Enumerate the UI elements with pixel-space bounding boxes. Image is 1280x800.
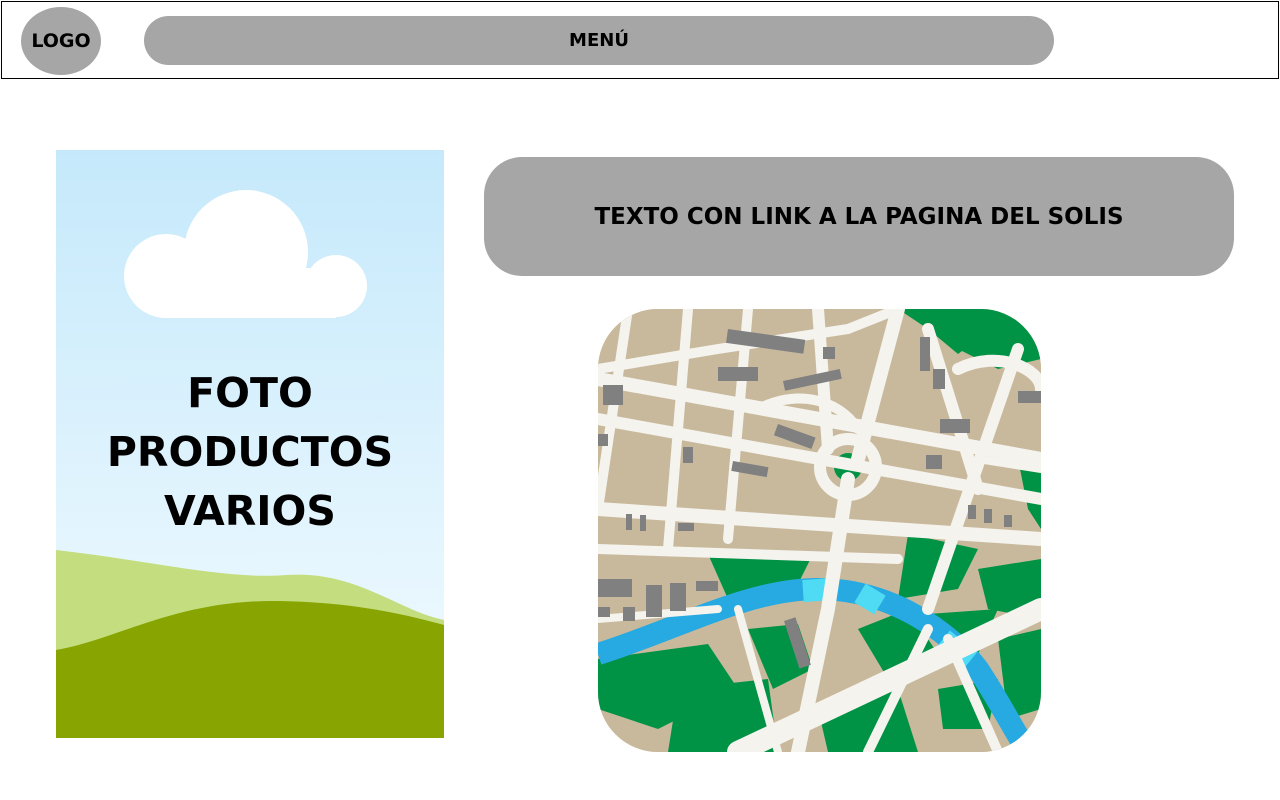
- photo-caption-line: VARIOS: [164, 487, 336, 535]
- photo-placeholder: FOTO PRODUCTOS VARIOS: [56, 150, 444, 738]
- photo-caption-line: PRODUCTOS: [106, 428, 394, 476]
- photo-caption: FOTO PRODUCTOS VARIOS: [56, 364, 444, 541]
- logo[interactable]: LOGO: [21, 7, 101, 75]
- city-map-icon: [598, 309, 1041, 752]
- solis-link-button[interactable]: TEXTO CON LINK A LA PAGINA DEL SOLIS: [484, 157, 1234, 276]
- map-image[interactable]: [598, 309, 1041, 752]
- photo-caption-line: FOTO: [187, 369, 313, 417]
- menu-bar[interactable]: MENÚ: [144, 16, 1054, 65]
- header: LOGO MENÚ: [1, 1, 1279, 79]
